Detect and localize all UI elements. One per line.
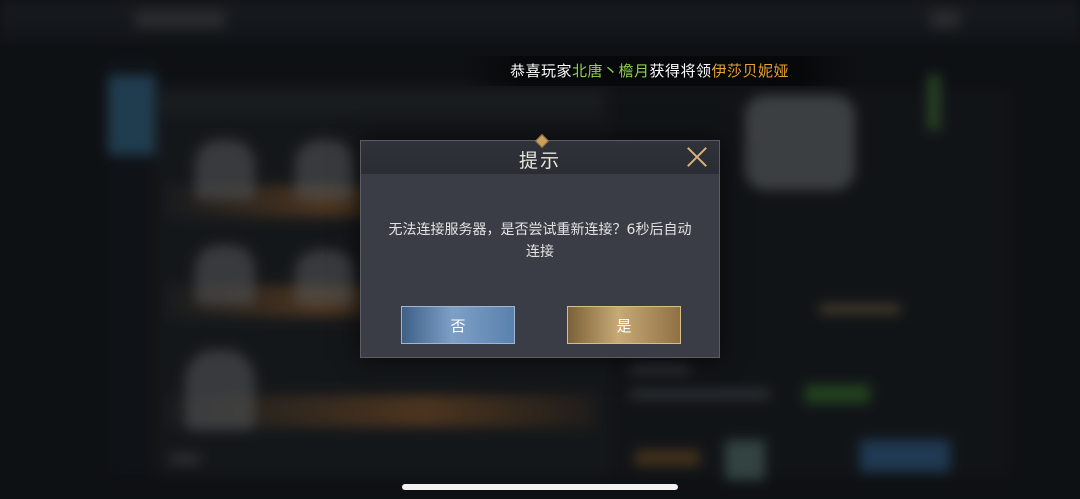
announcement-prefix: 恭喜玩家	[510, 62, 573, 80]
dialog-title: 提示	[518, 150, 561, 172]
yes-button[interactable]: 是	[567, 306, 681, 344]
close-icon[interactable]	[685, 145, 709, 169]
announcement-middle: 获得将领	[649, 62, 712, 80]
no-button[interactable]: 否	[401, 306, 515, 344]
announcement-text: 恭喜玩家北唐丶檐月获得将领伊莎贝妮娅	[510, 60, 789, 81]
announcement-reward: 伊莎贝妮娅	[711, 62, 790, 80]
dialog-message: 无法连接服务器，是否尝试重新连接？6秒后自动连接	[388, 222, 692, 260]
home-indicator[interactable]	[402, 484, 678, 490]
reconnect-dialog: 提示 无法连接服务器，是否尝试重新连接？6秒后自动连接 否 是	[360, 133, 720, 358]
announcement-player: 北唐丶檐月	[572, 62, 650, 80]
